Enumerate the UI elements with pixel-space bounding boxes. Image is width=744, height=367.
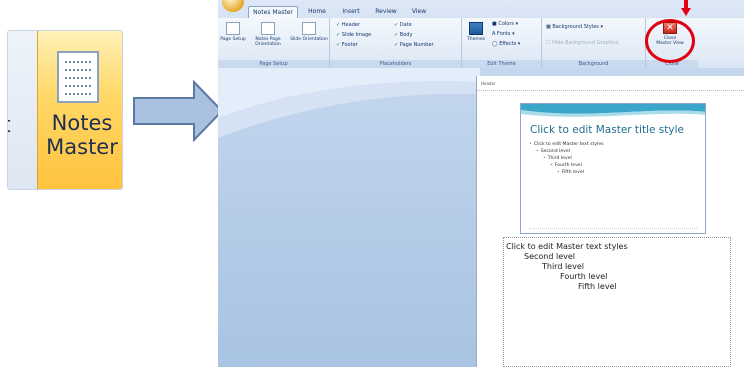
page-setup-button[interactable]: Page Setup (220, 22, 246, 42)
annotation-down-arrow-icon (681, 0, 691, 16)
slide-level-1: Click to edit Master text styles (529, 142, 604, 148)
cut-off-text: t (8, 113, 11, 138)
footer-checkbox[interactable]: ✓ Footer (336, 42, 358, 49)
orientation-icon (261, 22, 275, 35)
notes-body-placeholder[interactable]: Click to edit Master text styles Second … (503, 237, 731, 367)
notes-level-3: Third level (542, 262, 584, 271)
slide-level-3: Third level (543, 156, 572, 162)
notes-level-4: Fourth level (560, 272, 608, 281)
notes-master-label-line2: Master (46, 135, 118, 159)
tab-view[interactable]: View (406, 6, 432, 18)
workspace-background (218, 68, 480, 138)
group-page-setup: Page Setup Notes Page Orientation Slide … (218, 18, 330, 68)
tab-notes-master[interactable]: Notes Master (248, 6, 298, 18)
body-checkbox[interactable]: ✓ Body (394, 32, 412, 39)
zoomed-notes-master-button[interactable]: t Notes Master (7, 30, 123, 190)
slide-image-placeholder[interactable]: Click to edit Master title style Click t… (520, 103, 706, 234)
notes-master-page: Header Click to edit Master title style … (476, 76, 744, 367)
slide-level-2: Second level (536, 149, 570, 155)
notes-page-orientation-button[interactable]: Notes Page Orientation (248, 22, 288, 47)
date-checkbox[interactable]: ✓ Date (394, 22, 412, 29)
notes-level-5: Fifth level (578, 282, 617, 291)
powerpoint-window: Notes Master Home Insert Review View Pag… (218, 0, 744, 367)
background-styles-button[interactable]: ▩ Background Styles ▾ (546, 24, 603, 31)
slide-level-4: Fourth level (550, 163, 582, 169)
header-checkbox[interactable]: ✓ Header (336, 22, 360, 29)
tab-review[interactable]: Review (370, 6, 402, 18)
hide-background-graphics-checkbox[interactable]: ☐ Hide Background Graphics (546, 40, 619, 47)
page-setup-icon (226, 22, 240, 35)
themes-button[interactable]: Themes (464, 22, 488, 42)
fonts-button[interactable]: A Fonts ▾ (492, 31, 515, 38)
page-number-checkbox[interactable]: ✓ Page Number (394, 42, 434, 49)
group-edit-theme: Themes ■ Colors ▾ A Fonts ▾ ◯ Effects ▾ … (462, 18, 542, 68)
slide-footer-line (529, 228, 697, 229)
effects-button[interactable]: ◯ Effects ▾ (492, 41, 520, 48)
tab-home[interactable]: Home (302, 6, 332, 18)
tab-insert[interactable]: Insert (336, 6, 366, 18)
annotation-red-circle (645, 19, 695, 63)
tutorial-screenshot: t Notes Master Notes Master Home Insert … (0, 0, 744, 367)
slide-level-5: Fifth level (557, 170, 584, 176)
notes-level-1: Click to edit Master text styles (506, 242, 628, 251)
header-divider (477, 90, 744, 91)
group-title: Edit Theme (462, 60, 541, 68)
slide-orientation-button[interactable]: Slide Orientation (290, 22, 328, 42)
group-placeholders: ✓ Header ✓ Slide Image ✓ Footer ✓ Date ✓… (330, 18, 462, 68)
colors-button[interactable]: ■ Colors ▾ (492, 21, 518, 28)
slide-image-checkbox[interactable]: ✓ Slide Image (336, 32, 371, 39)
group-title: Background (542, 60, 645, 68)
notes-master-label-line1: Notes (51, 111, 113, 135)
themes-icon (469, 22, 483, 35)
notes-master-icon (57, 51, 99, 103)
slide-wave-decoration (521, 104, 705, 117)
group-background: ▩ Background Styles ▾ ☐ Hide Background … (542, 18, 646, 68)
slide-orientation-icon (302, 22, 316, 35)
group-title: Page Setup (218, 60, 329, 68)
ribbon-tabs: Notes Master Home Insert Review View (218, 6, 744, 18)
notes-level-2: Second level (524, 252, 576, 261)
right-arrow-icon (133, 80, 224, 142)
group-title: Placeholders (330, 60, 461, 68)
slide-title: Click to edit Master title style (530, 124, 684, 136)
header-placeholder[interactable]: Header (481, 81, 496, 86)
